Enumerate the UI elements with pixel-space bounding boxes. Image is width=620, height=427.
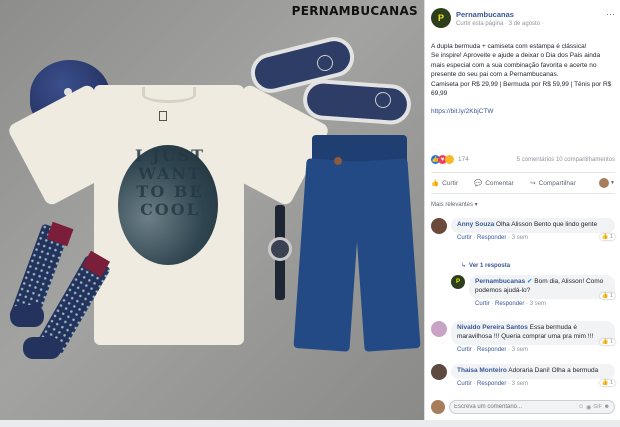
post-panel: P Pernambucanas Curtir esta página · 3 d… <box>424 0 620 420</box>
comment-reaction-badge[interactable]: 👍 1 <box>599 339 615 345</box>
bottom-strip <box>0 420 620 427</box>
shoes-image <box>245 32 415 130</box>
like-label: Curtir <box>442 179 458 187</box>
viewer-avatar <box>431 400 445 414</box>
post-prices: Camiseta por R$ 29,99 | Bermuda por R$ 5… <box>431 80 612 98</box>
reply-like-link[interactable]: Curtir <box>475 301 490 307</box>
reply-reply-link[interactable]: Responder <box>495 301 524 307</box>
comment-item: Anny Souza Olha Alisson Bento que lindo … <box>431 218 615 241</box>
reactions-count[interactable]: 174 <box>458 156 469 163</box>
reply-arrow-icon: ↳ <box>461 263 467 269</box>
brand-watermark: PERNAMBUCANAS <box>291 4 418 18</box>
post-body: A dupla bermuda + camiseta com estampa é… <box>431 42 615 116</box>
comment-composer: ☺ ◉ GIF ☻ <box>431 400 615 414</box>
comment-reaction-badge[interactable]: 👍 1 <box>599 380 615 386</box>
comment-like-link[interactable]: Curtir <box>457 347 472 353</box>
view-replies[interactable]: ↳ Ver 1 resposta <box>461 262 510 270</box>
comment-reply-link[interactable]: Responder <box>477 235 506 241</box>
emoji-icon[interactable]: ☺ <box>578 404 584 410</box>
reply-reaction-badge[interactable]: 👍 1 <box>599 293 615 299</box>
commenter-name[interactable]: Anny Souza <box>457 221 494 228</box>
comment-text: Olha Alisson Bento que lindo gente <box>496 221 598 228</box>
product-photo[interactable]: PERNAMBUCANAS I JUST WANT TO BE COOL <box>0 0 424 420</box>
comment-like-link[interactable]: Curtir <box>457 381 472 387</box>
thumbs-up-icon: 👍 <box>431 180 440 187</box>
comment-icon: 💬 <box>474 180 483 187</box>
page-avatar[interactable]: P <box>431 8 451 28</box>
gif-icon[interactable]: GIF <box>593 404 601 410</box>
reply-time: 3 sem <box>529 300 547 307</box>
share-label: Compartilhar <box>538 179 576 187</box>
comment-reply-link[interactable]: Responder <box>477 381 506 387</box>
tshirt-print-text: I JUST WANT TO BE COOL <box>134 147 206 219</box>
comment-like-link[interactable]: Curtir <box>457 235 472 241</box>
watch-image <box>268 205 292 300</box>
comment-input[interactable] <box>454 404 576 410</box>
view-replies-link[interactable]: Ver 1 resposta <box>469 263 510 269</box>
comment-reply-item: P Pernambucanas ✔ Bom dia, Alisson! Como… <box>451 275 615 307</box>
comment-item: Nivaldo Pereira Santos Essa bermuda é ma… <box>431 321 615 353</box>
commenter-avatar[interactable] <box>431 321 447 337</box>
comments-shares-count[interactable]: 5 comentários 10 compartilhamentos <box>517 157 615 163</box>
commenter-name[interactable]: Nivaldo Pereira Santos <box>457 324 528 331</box>
more-options-icon[interactable]: ··· <box>606 9 615 19</box>
post-meta: Curtir esta página · 3 de agosto · <box>456 20 544 27</box>
wow-reaction-icon[interactable] <box>445 155 454 164</box>
comment-text: Adoraria Dani! Olha a bermuda <box>508 367 599 374</box>
like-button[interactable]: 👍 Curtir <box>431 179 474 188</box>
viewer-avatar-menu[interactable] <box>599 178 610 188</box>
chevron-down-icon[interactable]: ▼ <box>610 180 615 186</box>
verified-badge-icon: ✔ <box>527 278 533 285</box>
comment-sort[interactable]: Mais relevantes ▾ <box>431 201 478 208</box>
comment-label: Comentar <box>485 179 514 187</box>
comment-reaction-badge[interactable]: 👍 1 <box>599 234 615 240</box>
commenter-avatar[interactable] <box>431 218 447 234</box>
commenter-name[interactable]: Thaisa Monteiro <box>457 367 507 374</box>
post-text-line2: Se inspire! Aproveite e ajude a deixar o… <box>431 52 601 79</box>
comment-reply-link[interactable]: Responder <box>477 347 506 353</box>
page-reply-avatar[interactable]: P <box>451 275 465 289</box>
sticker-icon[interactable]: ☻ <box>604 404 610 410</box>
socks-image <box>5 221 115 365</box>
camera-icon[interactable]: ◉ <box>586 404 591 411</box>
comment-time: 3 sem <box>511 380 529 387</box>
comment-time: 3 sem <box>511 346 529 353</box>
commenter-avatar[interactable] <box>431 364 447 380</box>
comment-item: Thaisa Monteiro Adoraria Dani! Olha a be… <box>431 364 615 387</box>
share-button[interactable]: ↪ Compartilhar <box>530 179 599 188</box>
share-icon: ↪ <box>530 180 536 187</box>
comment-time: 3 sem <box>511 234 529 241</box>
reply-author-name[interactable]: Pernambucanas <box>475 278 525 285</box>
page-name[interactable]: Pernambucanas <box>456 10 606 19</box>
comment-button[interactable]: 💬 Comentar <box>474 179 530 188</box>
post-link[interactable]: https://bit.ly/2KbjCTW <box>431 107 615 116</box>
post-text-line1: A dupla bermuda + camiseta com estampa é… <box>431 43 587 50</box>
shorts-image <box>293 135 421 355</box>
